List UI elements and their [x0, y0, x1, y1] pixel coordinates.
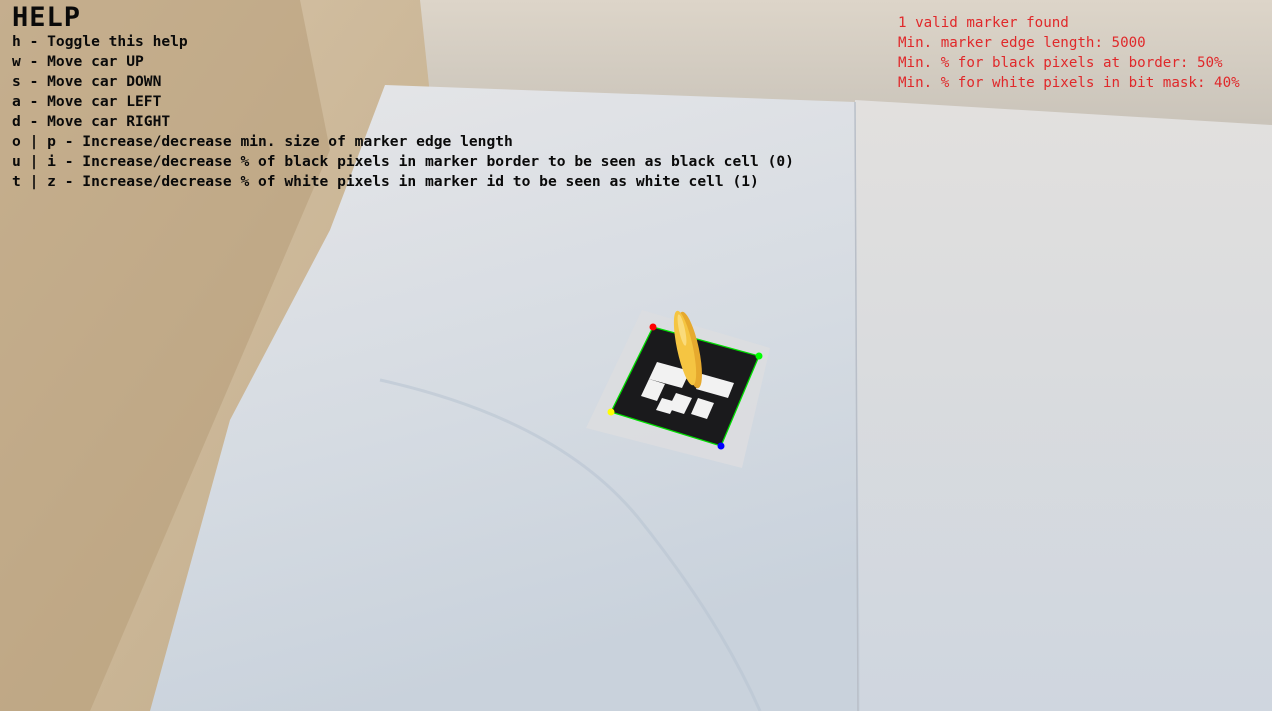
- help-line-white-pixels: t | z - Increase/decrease % of white pix…: [12, 173, 759, 190]
- paper-sheet-right: [855, 100, 1272, 711]
- status-overlay: 1 valid marker found Min. marker edge le…: [898, 13, 1240, 93]
- help-line-move-right: d - Move car RIGHT: [12, 113, 171, 130]
- marker-corner-bottom-left: [607, 408, 615, 416]
- help-line-move-left: a - Move car LEFT: [12, 93, 162, 110]
- status-black-pixels: Min. % for black pixels at border: 50%: [898, 55, 1223, 71]
- help-line-edge-length: o | p - Increase/decrease min. size of m…: [12, 133, 513, 150]
- help-line-move-up: w - Move car UP: [12, 53, 144, 70]
- marker-corner-top-left: [649, 323, 657, 331]
- status-marker-count: 1 valid marker found: [898, 15, 1069, 31]
- help-line-toggle: h - Toggle this help: [12, 33, 188, 50]
- help-line-black-pixels: u | i - Increase/decrease % of black pix…: [12, 153, 794, 170]
- status-white-pixels: Min. % for white pixels in bit mask: 40%: [898, 75, 1240, 91]
- help-overlay: HELP h - Toggle this help w - Move car U…: [12, 4, 794, 192]
- marker-corner-bottom-right: [717, 442, 725, 450]
- help-line-move-down: s - Move car DOWN: [12, 73, 162, 90]
- marker-corner-top-right: [755, 352, 763, 360]
- help-title: HELP: [12, 2, 82, 33]
- status-min-edge-length: Min. marker edge length: 5000: [898, 35, 1146, 51]
